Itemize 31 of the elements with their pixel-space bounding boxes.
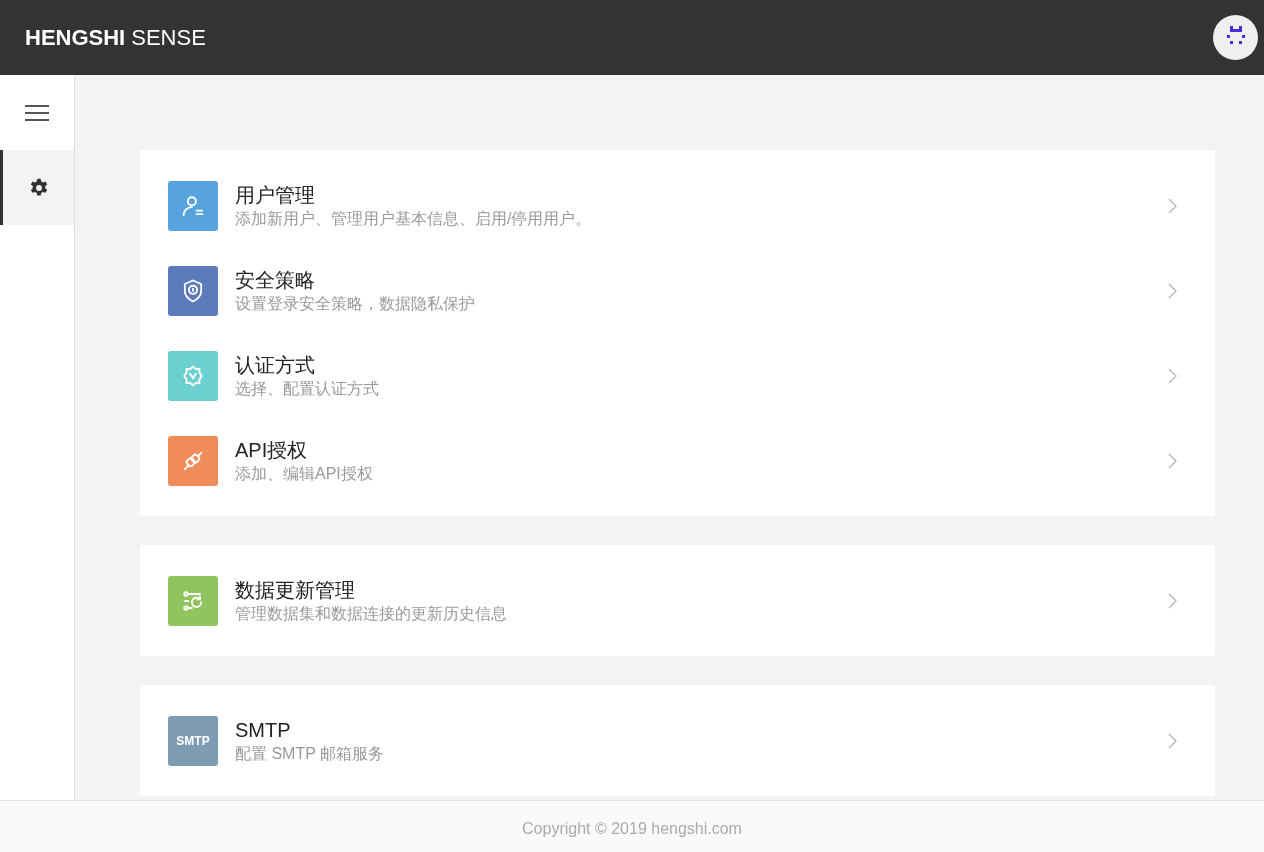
item-description: 管理数据集和数据连接的更新历史信息 bbox=[235, 603, 508, 624]
item-title: API授权 bbox=[235, 437, 309, 463]
copyright-text: Copyright © 2019 hengshi.com bbox=[522, 819, 742, 839]
settings-row[interactable]: 安全策略 设置登录安全策略，数据隐私保护 bbox=[168, 248, 1187, 333]
chevron-right-icon bbox=[1167, 367, 1177, 384]
item-description: 设置登录安全策略，数据隐私保护 bbox=[235, 293, 476, 314]
item-title: 数据更新管理 bbox=[235, 577, 356, 603]
user-avatar[interactable] bbox=[1213, 15, 1258, 60]
brand-logo[interactable]: HENGSHI SENSE bbox=[25, 21, 206, 54]
settings-row[interactable]: API授权 添加、编辑API授权 bbox=[168, 418, 1187, 503]
smtp-icon: SMTP bbox=[168, 715, 218, 766]
item-description: 添加新用户、管理用户基本信息、启用/停用用户。 bbox=[235, 208, 593, 229]
item-title: 安全策略 bbox=[235, 267, 316, 293]
chevron-right-icon bbox=[1167, 592, 1177, 609]
chevron-right-icon bbox=[1167, 732, 1177, 749]
chevron-right-icon bbox=[1167, 452, 1177, 469]
settings-button[interactable] bbox=[0, 150, 74, 225]
settings-icon bbox=[28, 177, 49, 198]
settings-row[interactable]: 认证方式 选择、配置认证方式 bbox=[168, 333, 1187, 418]
item-title: 认证方式 bbox=[235, 352, 316, 378]
item-description: 添加、编辑API授权 bbox=[235, 463, 374, 484]
item-description: 配置 SMTP 邮箱服务 bbox=[235, 743, 386, 764]
settings-row[interactable]: 数据更新管理 管理数据集和数据连接的更新历史信息 bbox=[168, 558, 1187, 643]
chevron-right-icon bbox=[1167, 282, 1177, 299]
item-title: SMTP bbox=[235, 717, 292, 743]
chevron-right-icon bbox=[1167, 197, 1177, 214]
settings-row[interactable]: 用户管理 添加新用户、管理用户基本信息、启用/停用用户。 bbox=[168, 163, 1187, 248]
settings-row[interactable]: SMTP SMTP 配置 SMTP 邮箱服务 bbox=[168, 698, 1187, 783]
menu-icon bbox=[25, 104, 49, 121]
item-description: 选择、配置认证方式 bbox=[235, 378, 380, 399]
item-title: 用户管理 bbox=[235, 182, 316, 208]
